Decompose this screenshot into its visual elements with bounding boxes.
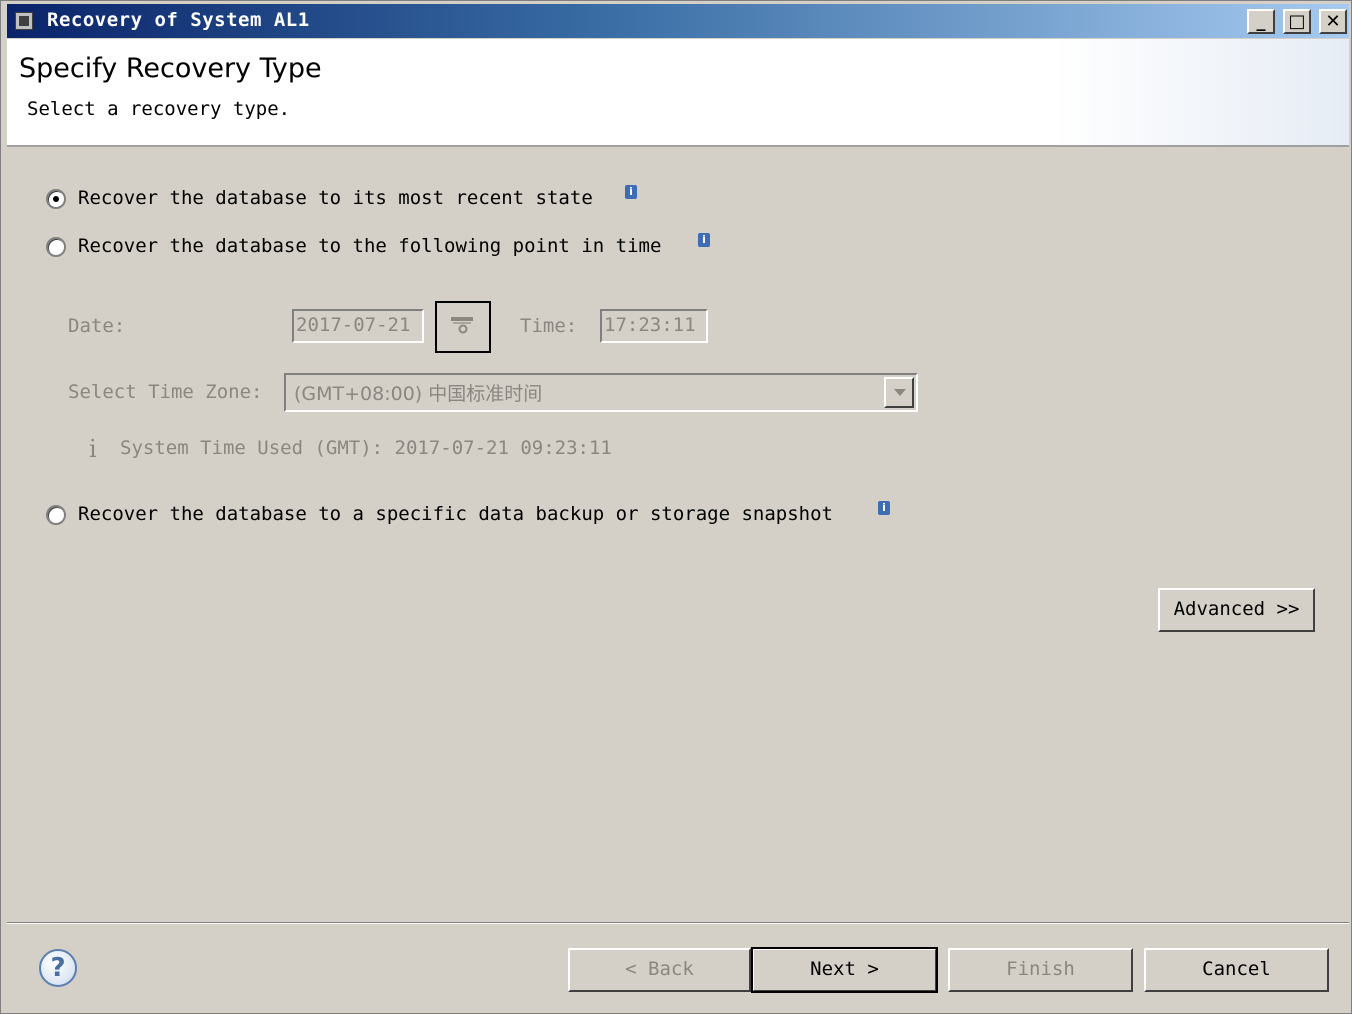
- info-icon[interactable]: i: [878, 501, 890, 515]
- help-icon[interactable]: ?: [39, 949, 77, 987]
- maximize-button[interactable]: □: [1283, 9, 1311, 34]
- timezone-select[interactable]: (GMT+08:00) 中国标准时间: [284, 373, 918, 412]
- time-field[interactable]: 17:23:11: [600, 309, 708, 343]
- chevron-down-icon[interactable]: [884, 377, 914, 408]
- recovery-wizard-window: Recovery of System AL1 _ □ ✕ Specify Rec…: [0, 0, 1352, 1014]
- title-bar[interactable]: Recovery of System AL1 _ □ ✕: [7, 4, 1349, 38]
- radio-most-recent[interactable]: [46, 189, 66, 209]
- wizard-header: Specify Recovery Type Select a recovery …: [7, 39, 1349, 147]
- timezone-label: Select Time Zone:: [68, 381, 263, 403]
- window-title: Recovery of System AL1: [47, 9, 310, 31]
- minimize-button[interactable]: _: [1247, 9, 1275, 34]
- back-button[interactable]: < Back: [568, 948, 751, 992]
- footer-separator: [7, 922, 1349, 924]
- timezone-value: (GMT+08:00) 中国标准时间: [294, 383, 543, 405]
- system-time-info: System Time Used (GMT): 2017-07-21 09:23…: [120, 437, 612, 459]
- page-subtitle: Select a recovery type.: [27, 98, 291, 120]
- next-button[interactable]: Next >: [751, 947, 938, 993]
- info-icon[interactable]: i: [625, 185, 637, 199]
- cancel-button[interactable]: Cancel: [1144, 948, 1329, 992]
- calendar-button[interactable]: [435, 301, 491, 353]
- page-title: Specify Recovery Type: [19, 53, 322, 84]
- radio-point-in-time[interactable]: [46, 237, 66, 257]
- info-icon[interactable]: i: [698, 233, 710, 247]
- app-icon: [15, 12, 33, 30]
- info-i-icon: i: [89, 435, 97, 463]
- advanced-button[interactable]: Advanced >>: [1158, 588, 1315, 632]
- radio-backup-snapshot[interactable]: [46, 505, 66, 525]
- option-point-in-time-label[interactable]: Recover the database to the following po…: [78, 235, 661, 257]
- option-most-recent-label[interactable]: Recover the database to its most recent …: [78, 187, 593, 209]
- close-button[interactable]: ✕: [1319, 9, 1347, 34]
- finish-button[interactable]: Finish: [948, 948, 1133, 992]
- calendar-icon: [451, 317, 473, 334]
- option-backup-snapshot-label[interactable]: Recover the database to a specific data …: [78, 503, 833, 525]
- date-field[interactable]: 2017-07-21: [292, 309, 424, 343]
- date-label: Date:: [68, 315, 126, 337]
- time-label: Time:: [520, 315, 578, 337]
